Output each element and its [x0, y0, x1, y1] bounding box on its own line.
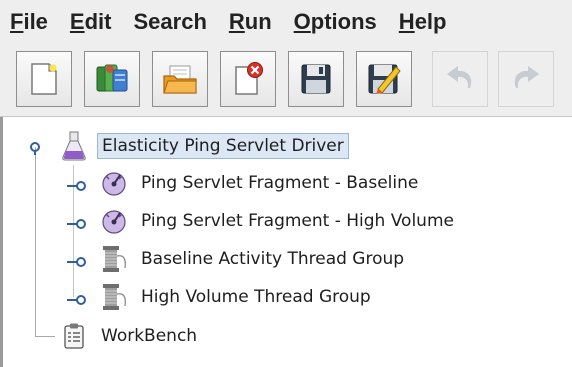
- expand-handle[interactable]: [67, 215, 86, 229]
- undo-icon: [447, 66, 472, 88]
- save-floppy-icon: [301, 64, 331, 94]
- thread-group-spool-icon: [99, 244, 129, 274]
- menu-help[interactable]: Help: [388, 0, 458, 44]
- expand-handle[interactable]: [67, 291, 86, 305]
- expand-handle[interactable]: [67, 253, 86, 267]
- new-button[interactable]: [16, 51, 72, 107]
- toolbar: [0, 44, 572, 117]
- tree-node-label: WorkBench: [101, 326, 198, 346]
- tree-node-fragment-baseline[interactable]: Ping Servlet Fragment - Baseline: [99, 167, 422, 199]
- menu-edit[interactable]: Edit: [59, 0, 123, 44]
- tree-node-label: Ping Servlet Fragment - Baseline: [141, 173, 419, 193]
- tree-node-workbench[interactable]: WorkBench: [59, 320, 201, 352]
- templates-button[interactable]: [84, 51, 140, 107]
- expand-handle[interactable]: [29, 140, 43, 155]
- tree-node-root[interactable]: Elasticity Ping Servlet Driver: [59, 130, 349, 162]
- thread-group-spool-icon: [99, 282, 129, 312]
- tree-connector-line: [35, 147, 36, 337]
- save-as-button[interactable]: [356, 51, 412, 107]
- workbench-clipboard-icon: [59, 321, 89, 351]
- menu-options[interactable]: Options: [283, 0, 388, 44]
- menu-run[interactable]: Run: [218, 0, 283, 44]
- save-button[interactable]: [288, 51, 344, 107]
- close-document-icon: [235, 62, 263, 95]
- open-folder-icon: [163, 65, 197, 94]
- test-plan-tree: Elasticity Ping Servlet Driver Ping Serv…: [0, 117, 572, 367]
- tree-node-label: Elasticity Ping Servlet Driver: [97, 133, 349, 159]
- expanded-handle-icon: [30, 142, 40, 155]
- tree-connector-line: [35, 336, 55, 337]
- test-fragment-icon: [99, 206, 129, 236]
- test-fragment-icon: [99, 168, 129, 198]
- redo-button[interactable]: [498, 51, 554, 107]
- tree-node-baseline-thread-group[interactable]: Baseline Activity Thread Group: [99, 243, 408, 275]
- new-document-icon: [31, 63, 57, 95]
- undo-button[interactable]: [432, 51, 488, 107]
- open-button[interactable]: [152, 51, 208, 107]
- expand-handle[interactable]: [67, 177, 86, 191]
- collapsed-handle-icon: [67, 181, 86, 191]
- save-as-edit-icon: [368, 64, 401, 94]
- tree-node-high-volume-thread-group[interactable]: High Volume Thread Group: [99, 281, 375, 313]
- templates-icon: [96, 64, 128, 92]
- tree-node-label: High Volume Thread Group: [141, 287, 371, 307]
- menu-bar: File Edit Search Run Options Help: [0, 0, 572, 44]
- menu-file[interactable]: File: [0, 0, 59, 44]
- redo-icon: [514, 66, 539, 88]
- collapsed-handle-icon: [67, 219, 86, 229]
- tree-node-fragment-high-volume[interactable]: Ping Servlet Fragment - High Volume: [99, 205, 458, 237]
- menu-search[interactable]: Search: [123, 0, 218, 44]
- close-button[interactable]: [220, 51, 276, 107]
- collapsed-handle-icon: [67, 257, 86, 267]
- tree-node-label: Baseline Activity Thread Group: [141, 249, 405, 269]
- tree-node-label: Ping Servlet Fragment - High Volume: [141, 211, 454, 231]
- test-plan-flask-icon: [59, 131, 89, 161]
- collapsed-handle-icon: [67, 295, 86, 305]
